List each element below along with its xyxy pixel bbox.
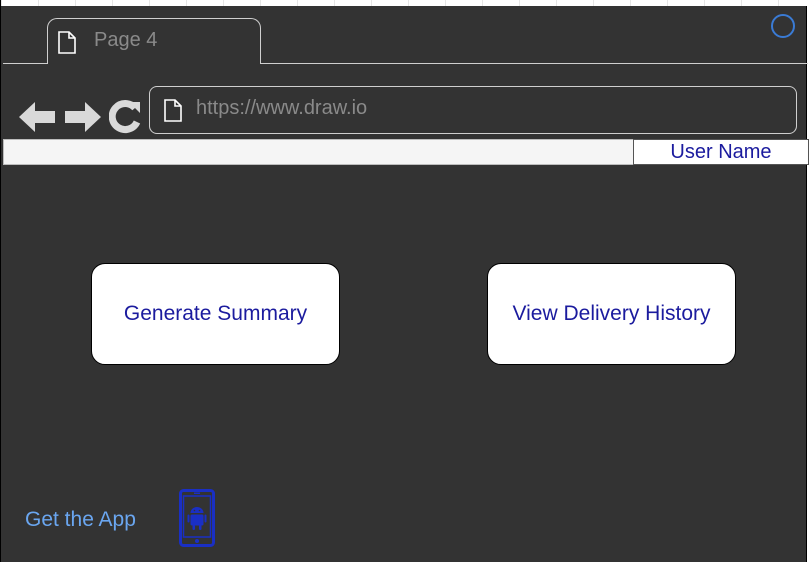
browser-window: Page 4 https://www.draw.io User Name Gen… bbox=[0, 0, 809, 562]
tab-baseline bbox=[260, 63, 808, 64]
tab-baseline bbox=[3, 63, 48, 64]
tab-label: Page 4 bbox=[94, 29, 158, 51]
page-icon bbox=[58, 31, 76, 54]
address-bar[interactable]: https://www.draw.io bbox=[149, 86, 797, 134]
canvas-grid bbox=[1, 0, 809, 6]
reload-icon[interactable] bbox=[109, 100, 141, 134]
url-text: https://www.draw.io bbox=[196, 97, 368, 119]
circle-icon[interactable] bbox=[771, 14, 795, 38]
page-icon bbox=[164, 99, 182, 122]
arrow-right-icon[interactable] bbox=[63, 100, 103, 134]
generate-summary-button[interactable]: Generate Summary bbox=[91, 263, 340, 365]
android-phone-icon[interactable] bbox=[179, 489, 215, 547]
get-the-app-link[interactable]: Get the App bbox=[25, 508, 136, 532]
user-name-label[interactable]: User Name bbox=[633, 139, 809, 165]
view-delivery-history-button[interactable]: View Delivery History bbox=[487, 263, 736, 365]
tab-page-4[interactable]: Page 4 bbox=[47, 18, 261, 64]
arrow-left-icon[interactable] bbox=[17, 100, 57, 134]
